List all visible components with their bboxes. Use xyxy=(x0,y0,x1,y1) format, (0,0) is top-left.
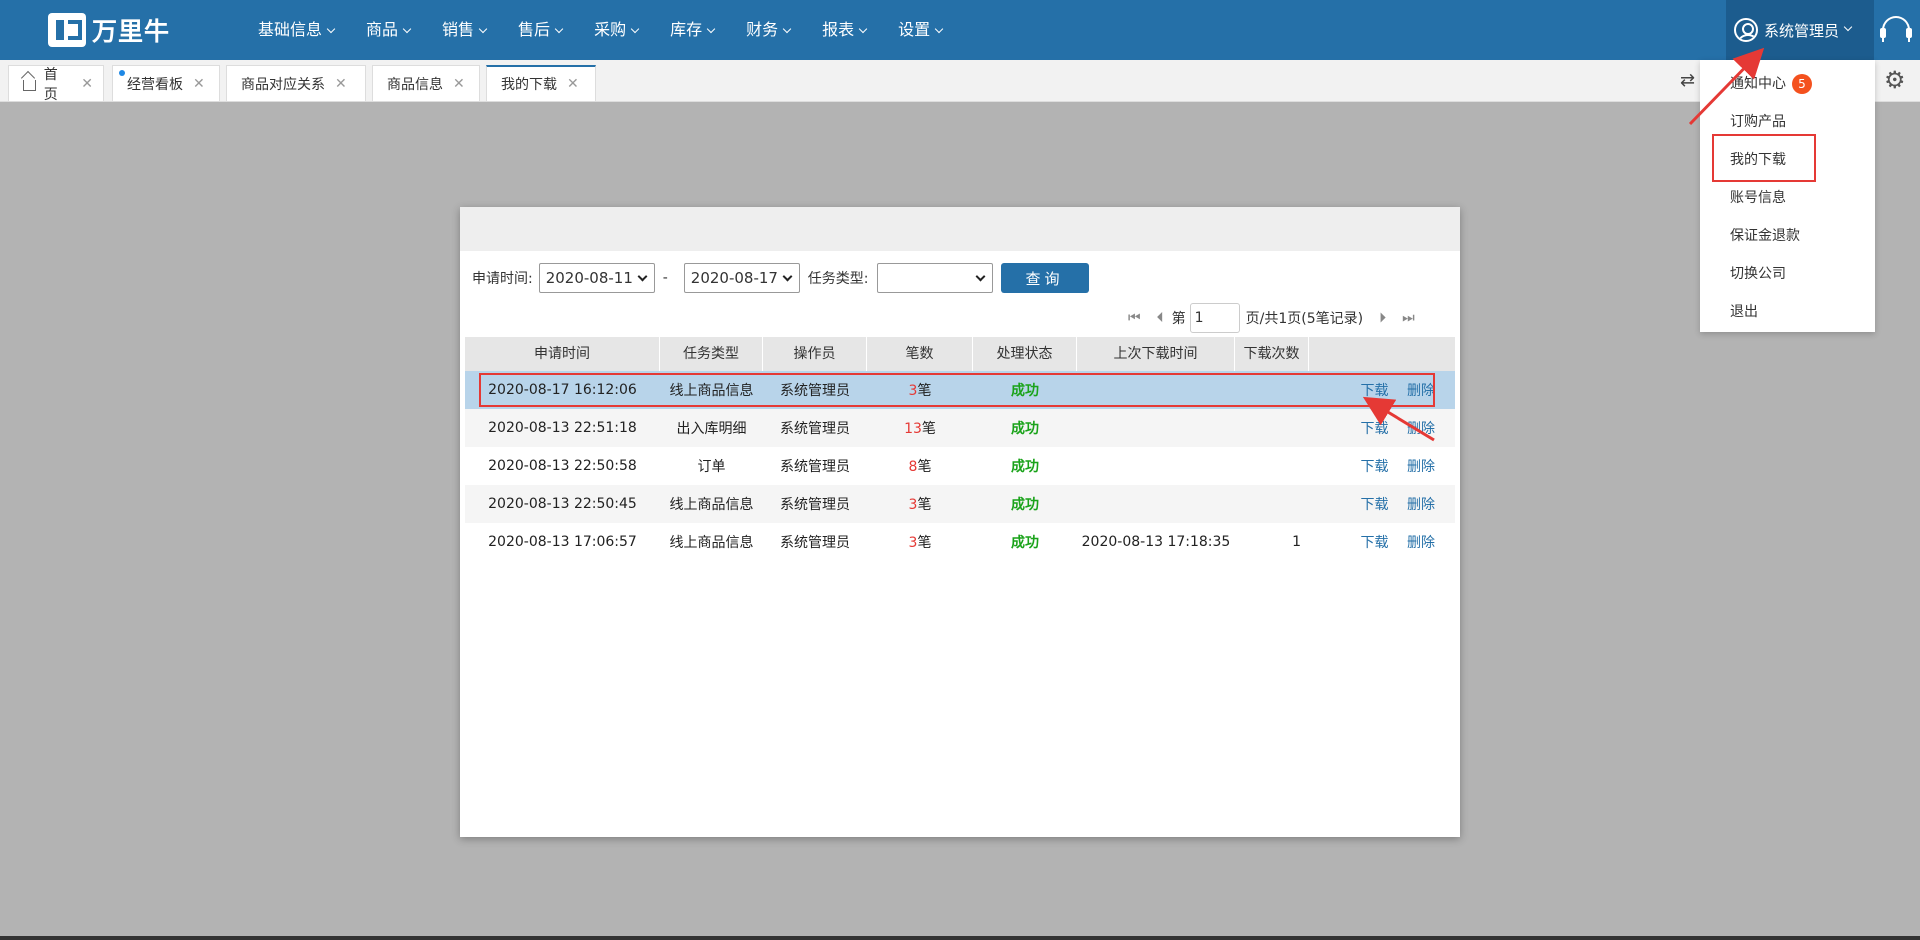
home-icon xyxy=(23,80,36,91)
top-navbar: 万里牛 基础信息 商品 销售 售后 采购 库存 财务 报表 设置 系统管理员 xyxy=(0,0,1920,60)
menu-item-logout[interactable]: 退出 xyxy=(1700,298,1875,336)
chevron-down-icon xyxy=(478,24,488,34)
query-button[interactable]: 查询 xyxy=(1000,263,1089,293)
tab-goods-mapping[interactable]: 商品对应关系 ✕ xyxy=(226,65,366,101)
page-number-input[interactable]: 1 xyxy=(1189,303,1240,333)
col-status: 处理状态 xyxy=(973,337,1077,371)
downloads-table: 申请时间 任务类型 操作员 笔数 处理状态 上次下载时间 下载次数 2020-0… xyxy=(465,337,1455,561)
notification-count-badge: 5 xyxy=(1792,74,1812,94)
brand-logo[interactable]: 万里牛 xyxy=(48,10,170,50)
menu-item-account-info[interactable]: 账号信息 xyxy=(1700,184,1875,222)
status-strip xyxy=(0,936,1920,940)
main-nav: 基础信息 商品 销售 售后 采购 库存 财务 报表 设置 xyxy=(242,0,958,60)
download-link[interactable]: 下载 xyxy=(1361,421,1389,437)
menu-item-order-product[interactable]: 订购产品 xyxy=(1700,108,1875,146)
unread-dot xyxy=(119,70,125,76)
apply-time-label: 申请时间: xyxy=(472,271,533,287)
user-avatar-icon xyxy=(1734,18,1758,42)
date-from-select[interactable]: 2020-08-11 xyxy=(538,263,655,293)
chevron-down-icon xyxy=(554,24,564,34)
swap-icon[interactable]: ⇄ xyxy=(1680,70,1695,91)
menu-item-deposit-refund[interactable]: 保证金退款 xyxy=(1700,222,1875,260)
col-apply-time: 申请时间 xyxy=(465,337,660,371)
brand-name: 万里牛 xyxy=(92,17,171,46)
chevron-down-icon xyxy=(934,24,944,34)
menu-item-switch-company[interactable]: 切换公司 xyxy=(1700,260,1875,298)
chevron-down-icon xyxy=(975,271,985,282)
delete-link[interactable]: 删除 xyxy=(1407,421,1435,437)
tab-home[interactable]: 首页 ✕ xyxy=(8,65,104,103)
nav-item-reports[interactable]: 报表 xyxy=(806,0,882,60)
table-row[interactable]: 2020-08-17 16:12:06 线上商品信息 系统管理员 3笔 成功 下… xyxy=(465,371,1455,409)
table-header: 申请时间 任务类型 操作员 笔数 处理状态 上次下载时间 下载次数 xyxy=(465,337,1455,371)
download-link[interactable]: 下载 xyxy=(1361,383,1389,399)
nav-item-purchase[interactable]: 采购 xyxy=(578,0,654,60)
table-row[interactable]: 2020-08-13 22:51:18 出入库明细 系统管理员 13笔 成功 下… xyxy=(465,409,1455,447)
close-icon[interactable]: ✕ xyxy=(193,76,205,92)
close-icon[interactable]: ✕ xyxy=(453,76,465,92)
chevron-down-icon xyxy=(630,24,640,34)
nav-item-basic-info[interactable]: 基础信息 xyxy=(242,0,350,60)
close-icon[interactable]: ✕ xyxy=(81,76,93,92)
col-task-type: 任务类型 xyxy=(660,337,763,371)
chevron-down-icon xyxy=(782,24,792,34)
pagination: ⏮ ⏴ 第 1 页/共1页(5笔记录) ⏵ ⏭ xyxy=(1120,303,1423,333)
my-downloads-dialog: 申请时间: 2020-08-11 - 2020-08-17 任务类型: 查询 ⏮… xyxy=(460,207,1460,837)
prev-page-icon[interactable]: ⏴ xyxy=(1157,310,1164,326)
dialog-header xyxy=(460,207,1460,251)
chevron-down-icon xyxy=(326,24,336,34)
table-row[interactable]: 2020-08-13 22:50:58 订单 系统管理员 8笔 成功 下载 删除 xyxy=(465,447,1455,485)
chevron-down-icon xyxy=(858,24,868,34)
chevron-down-icon xyxy=(402,24,412,34)
col-count: 笔数 xyxy=(867,337,973,371)
col-download-times: 下载次数 xyxy=(1235,337,1309,371)
delete-link[interactable]: 删除 xyxy=(1407,459,1435,475)
menu-item-my-downloads[interactable]: 我的下载 xyxy=(1700,146,1875,184)
table-row[interactable]: 2020-08-13 17:06:57 线上商品信息 系统管理员 3笔 成功 2… xyxy=(465,523,1455,561)
nav-item-goods[interactable]: 商品 xyxy=(350,0,426,60)
chevron-down-icon xyxy=(706,24,716,34)
col-operator: 操作员 xyxy=(763,337,867,371)
tab-bar: 首页 ✕ 经营看板 ✕ 商品对应关系 ✕ 商品信息 ✕ 我的下载 ✕ xyxy=(0,60,1920,103)
user-menu-toggle[interactable]: 系统管理员 xyxy=(1726,0,1874,60)
date-to-select[interactable]: 2020-08-17 xyxy=(683,263,800,293)
tab-goods-info[interactable]: 商品信息 ✕ xyxy=(372,65,480,101)
user-dropdown-menu: 通知中心 5 订购产品 我的下载 账号信息 保证金退款 切换公司 退出 xyxy=(1700,60,1875,332)
download-link[interactable]: 下载 xyxy=(1361,497,1389,513)
next-page-icon[interactable]: ⏵ xyxy=(1379,310,1386,326)
download-link[interactable]: 下载 xyxy=(1361,459,1389,475)
close-icon[interactable]: ✕ xyxy=(567,76,579,92)
first-page-icon[interactable]: ⏮ xyxy=(1128,310,1141,326)
last-page-icon[interactable]: ⏭ xyxy=(1402,310,1415,326)
nav-item-finance[interactable]: 财务 xyxy=(730,0,806,60)
chevron-down-icon xyxy=(782,271,793,282)
pager-summary: 页/共1页(5笔记录) xyxy=(1245,311,1364,327)
nav-item-after-sales[interactable]: 售后 xyxy=(502,0,578,60)
table-row[interactable]: 2020-08-13 22:50:45 线上商品信息 系统管理员 3笔 成功 下… xyxy=(465,485,1455,523)
delete-link[interactable]: 删除 xyxy=(1407,497,1435,513)
task-type-select[interactable] xyxy=(876,263,993,293)
nav-item-sales[interactable]: 销售 xyxy=(426,0,502,60)
chevron-down-icon xyxy=(1843,22,1853,32)
filter-bar: 申请时间: 2020-08-11 - 2020-08-17 任务类型: 查询 xyxy=(472,263,1089,293)
logo-icon xyxy=(48,13,86,47)
headset-icon[interactable] xyxy=(1880,16,1912,42)
col-last-download: 上次下载时间 xyxy=(1077,337,1235,371)
menu-item-notification-center[interactable]: 通知中心 5 xyxy=(1700,70,1875,108)
download-link[interactable]: 下载 xyxy=(1361,535,1389,551)
nav-item-settings[interactable]: 设置 xyxy=(882,0,958,60)
gear-icon[interactable]: ⚙ xyxy=(1884,66,1906,94)
delete-link[interactable]: 删除 xyxy=(1407,535,1435,551)
pager-prefix: 第 xyxy=(1171,311,1186,327)
delete-link[interactable]: 删除 xyxy=(1407,383,1435,399)
col-actions xyxy=(1309,337,1455,371)
chevron-down-icon xyxy=(637,271,648,282)
close-icon[interactable]: ✕ xyxy=(335,76,347,92)
task-type-label: 任务类型: xyxy=(807,271,869,287)
tab-dashboard[interactable]: 经营看板 ✕ xyxy=(112,65,220,101)
user-name: 系统管理员 xyxy=(1764,21,1840,40)
nav-item-inventory[interactable]: 库存 xyxy=(654,0,730,60)
date-separator: - xyxy=(662,270,668,286)
tab-my-downloads[interactable]: 我的下载 ✕ xyxy=(486,65,596,101)
